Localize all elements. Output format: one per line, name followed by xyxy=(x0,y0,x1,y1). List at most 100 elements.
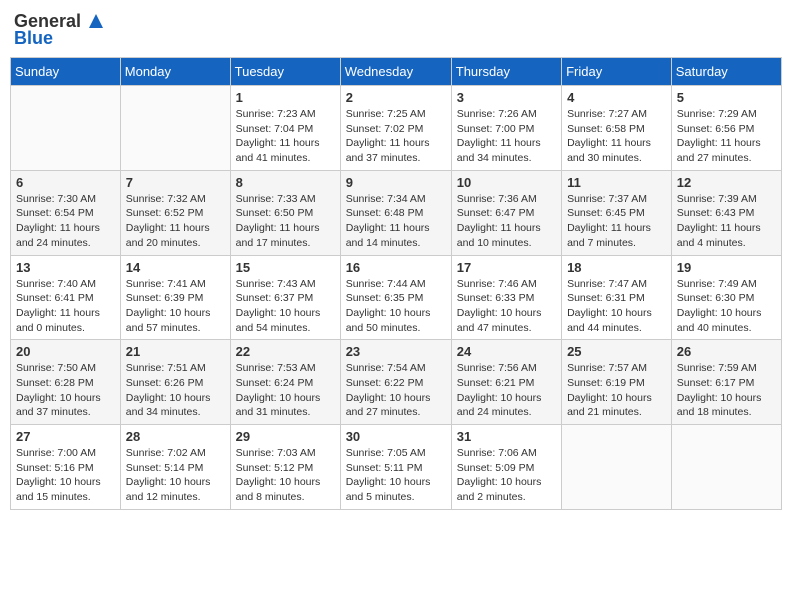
week-row-5: 27 Sunrise: 7:00 AMSunset: 5:16 PMDayligh… xyxy=(11,425,782,510)
day-cell: 19 Sunrise: 7:49 AMSunset: 6:30 PMDayligh… xyxy=(671,255,781,340)
day-info: Sunrise: 7:50 AMSunset: 6:28 PMDaylight:… xyxy=(16,361,115,420)
day-cell: 18 Sunrise: 7:47 AMSunset: 6:31 PMDayligh… xyxy=(562,255,672,340)
day-info: Sunrise: 7:32 AMSunset: 6:52 PMDaylight:… xyxy=(126,192,225,251)
day-cell: 14 Sunrise: 7:41 AMSunset: 6:39 PMDayligh… xyxy=(120,255,230,340)
header-day-friday: Friday xyxy=(562,58,672,86)
day-cell: 1 Sunrise: 7:23 AMSunset: 7:04 PMDaylight… xyxy=(230,86,340,171)
header-day-saturday: Saturday xyxy=(671,58,781,86)
day-number: 26 xyxy=(677,344,776,359)
day-info: Sunrise: 7:25 AMSunset: 7:02 PMDaylight:… xyxy=(346,107,446,166)
day-number: 30 xyxy=(346,429,446,444)
day-info: Sunrise: 7:37 AMSunset: 6:45 PMDaylight:… xyxy=(567,192,666,251)
day-number: 5 xyxy=(677,90,776,105)
header-day-monday: Monday xyxy=(120,58,230,86)
day-number: 10 xyxy=(457,175,556,190)
day-cell: 5 Sunrise: 7:29 AMSunset: 6:56 PMDaylight… xyxy=(671,86,781,171)
day-info: Sunrise: 7:40 AMSunset: 6:41 PMDaylight:… xyxy=(16,277,115,336)
logo: General Blue xyxy=(14,10,107,49)
day-number: 15 xyxy=(236,260,335,275)
day-info: Sunrise: 7:33 AMSunset: 6:50 PMDaylight:… xyxy=(236,192,335,251)
day-number: 31 xyxy=(457,429,556,444)
day-number: 9 xyxy=(346,175,446,190)
day-number: 1 xyxy=(236,90,335,105)
day-number: 14 xyxy=(126,260,225,275)
day-cell: 12Sunrise: 7:39 AMSunset: 6:43 PMDayligh… xyxy=(671,170,781,255)
day-cell: 6Sunrise: 7:30 AMSunset: 6:54 PMDaylight… xyxy=(11,170,121,255)
day-cell: 16 Sunrise: 7:44 AMSunset: 6:35 PMDayligh… xyxy=(340,255,451,340)
logo-icon xyxy=(85,10,107,32)
day-cell: 21 Sunrise: 7:51 AMSunset: 6:26 PMDayligh… xyxy=(120,340,230,425)
day-number: 8 xyxy=(236,175,335,190)
day-info: Sunrise: 7:23 AMSunset: 7:04 PMDaylight:… xyxy=(236,107,335,166)
day-cell: 8 Sunrise: 7:33 AMSunset: 6:50 PMDaylight… xyxy=(230,170,340,255)
day-info: Sunrise: 7:57 AMSunset: 6:19 PMDaylight:… xyxy=(567,361,666,420)
calendar-table: SundayMondayTuesdayWednesdayThursdayFrid… xyxy=(10,57,782,510)
day-number: 16 xyxy=(346,260,446,275)
week-row-4: 20 Sunrise: 7:50 AMSunset: 6:28 PMDayligh… xyxy=(11,340,782,425)
day-cell: 31 Sunrise: 7:06 AMSunset: 5:09 PMDayligh… xyxy=(451,425,561,510)
page-header: General Blue xyxy=(10,10,782,49)
day-number: 12 xyxy=(677,175,776,190)
day-info: Sunrise: 7:46 AMSunset: 6:33 PMDaylight:… xyxy=(457,277,556,336)
day-cell: 10Sunrise: 7:36 AMSunset: 6:47 PMDayligh… xyxy=(451,170,561,255)
day-number: 29 xyxy=(236,429,335,444)
day-info: Sunrise: 7:53 AMSunset: 6:24 PMDaylight:… xyxy=(236,361,335,420)
day-info: Sunrise: 7:26 AMSunset: 7:00 PMDaylight:… xyxy=(457,107,556,166)
day-number: 17 xyxy=(457,260,556,275)
day-number: 19 xyxy=(677,260,776,275)
day-cell: 26 Sunrise: 7:59 AMSunset: 6:17 PMDayligh… xyxy=(671,340,781,425)
day-number: 25 xyxy=(567,344,666,359)
day-info: Sunrise: 7:29 AMSunset: 6:56 PMDaylight:… xyxy=(677,107,776,166)
day-info: Sunrise: 7:43 AMSunset: 6:37 PMDaylight:… xyxy=(236,277,335,336)
day-cell xyxy=(562,425,672,510)
day-number: 21 xyxy=(126,344,225,359)
day-cell: 4 Sunrise: 7:27 AMSunset: 6:58 PMDaylight… xyxy=(562,86,672,171)
day-info: Sunrise: 7:06 AMSunset: 5:09 PMDaylight:… xyxy=(457,446,556,505)
logo-blue-text: Blue xyxy=(14,28,53,49)
day-number: 22 xyxy=(236,344,335,359)
day-number: 3 xyxy=(457,90,556,105)
day-number: 13 xyxy=(16,260,115,275)
day-cell xyxy=(671,425,781,510)
header-day-sunday: Sunday xyxy=(11,58,121,86)
day-cell: 7 Sunrise: 7:32 AMSunset: 6:52 PMDaylight… xyxy=(120,170,230,255)
day-number: 2 xyxy=(346,90,446,105)
day-info: Sunrise: 7:27 AMSunset: 6:58 PMDaylight:… xyxy=(567,107,666,166)
day-number: 11 xyxy=(567,175,666,190)
day-number: 18 xyxy=(567,260,666,275)
day-cell: 9 Sunrise: 7:34 AMSunset: 6:48 PMDaylight… xyxy=(340,170,451,255)
day-info: Sunrise: 7:41 AMSunset: 6:39 PMDaylight:… xyxy=(126,277,225,336)
day-info: Sunrise: 7:47 AMSunset: 6:31 PMDaylight:… xyxy=(567,277,666,336)
day-number: 23 xyxy=(346,344,446,359)
day-number: 4 xyxy=(567,90,666,105)
day-info: Sunrise: 7:00 AMSunset: 5:16 PMDaylight:… xyxy=(16,446,115,505)
days-header-row: SundayMondayTuesdayWednesdayThursdayFrid… xyxy=(11,58,782,86)
day-info: Sunrise: 7:59 AMSunset: 6:17 PMDaylight:… xyxy=(677,361,776,420)
week-row-3: 13 Sunrise: 7:40 AMSunset: 6:41 PMDayligh… xyxy=(11,255,782,340)
day-info: Sunrise: 7:49 AMSunset: 6:30 PMDaylight:… xyxy=(677,277,776,336)
day-info: Sunrise: 7:44 AMSunset: 6:35 PMDaylight:… xyxy=(346,277,446,336)
day-cell: 24Sunrise: 7:56 AMSunset: 6:21 PMDayligh… xyxy=(451,340,561,425)
day-info: Sunrise: 7:05 AMSunset: 5:11 PMDaylight:… xyxy=(346,446,446,505)
day-number: 20 xyxy=(16,344,115,359)
day-cell xyxy=(120,86,230,171)
day-cell: 20 Sunrise: 7:50 AMSunset: 6:28 PMDayligh… xyxy=(11,340,121,425)
day-cell: 29Sunrise: 7:03 AMSunset: 5:12 PMDayligh… xyxy=(230,425,340,510)
day-cell: 17 Sunrise: 7:46 AMSunset: 6:33 PMDayligh… xyxy=(451,255,561,340)
day-cell: 3 Sunrise: 7:26 AMSunset: 7:00 PMDaylight… xyxy=(451,86,561,171)
day-cell: 30 Sunrise: 7:05 AMSunset: 5:11 PMDayligh… xyxy=(340,425,451,510)
day-number: 24 xyxy=(457,344,556,359)
day-info: Sunrise: 7:34 AMSunset: 6:48 PMDaylight:… xyxy=(346,192,446,251)
day-cell: 15 Sunrise: 7:43 AMSunset: 6:37 PMDayligh… xyxy=(230,255,340,340)
day-number: 27 xyxy=(16,429,115,444)
day-cell xyxy=(11,86,121,171)
header-day-thursday: Thursday xyxy=(451,58,561,86)
day-number: 6 xyxy=(16,175,115,190)
day-info: Sunrise: 7:54 AMSunset: 6:22 PMDaylight:… xyxy=(346,361,446,420)
day-info: Sunrise: 7:02 AMSunset: 5:14 PMDaylight:… xyxy=(126,446,225,505)
day-cell: 22 Sunrise: 7:53 AMSunset: 6:24 PMDayligh… xyxy=(230,340,340,425)
day-number: 7 xyxy=(126,175,225,190)
week-row-1: 1 Sunrise: 7:23 AMSunset: 7:04 PMDaylight… xyxy=(11,86,782,171)
day-info: Sunrise: 7:51 AMSunset: 6:26 PMDaylight:… xyxy=(126,361,225,420)
day-cell: 23 Sunrise: 7:54 AMSunset: 6:22 PMDayligh… xyxy=(340,340,451,425)
